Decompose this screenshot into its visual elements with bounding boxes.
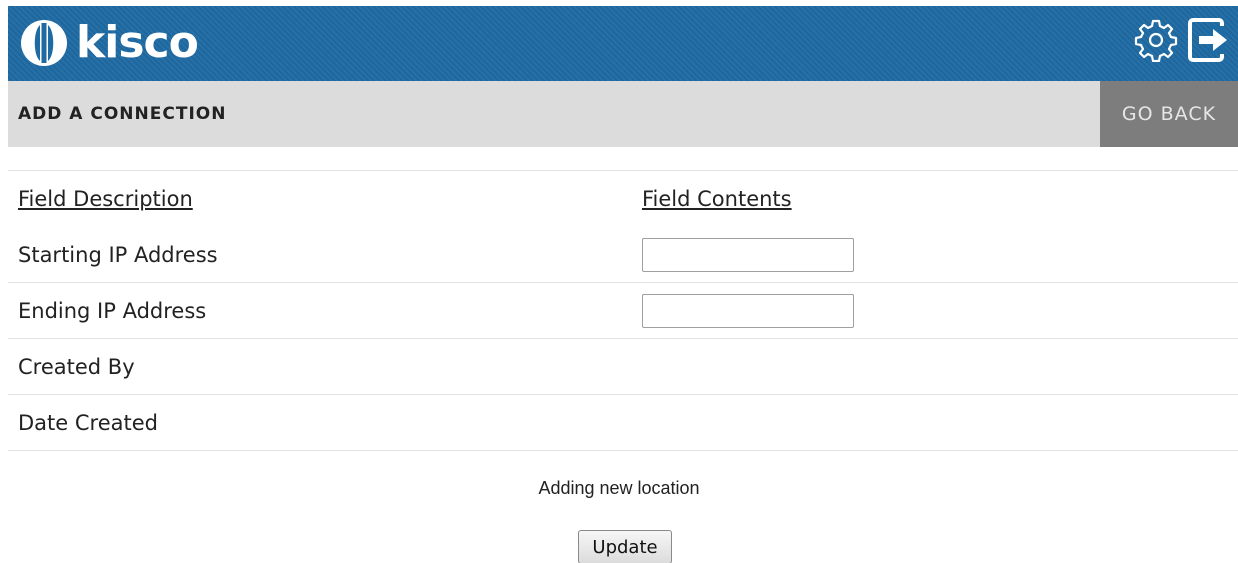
table-row: Created By [8,339,1238,395]
go-back-button[interactable]: GO BACK [1100,81,1238,147]
table-row: Date Created [8,395,1238,451]
logout-button[interactable] [1186,14,1234,66]
starting-ip-input[interactable] [642,237,854,272]
table-row: Ending IP Address [8,283,1238,339]
gear-icon [1134,19,1178,62]
field-label-date-created: Date Created [18,410,158,435]
field-label-starting-ip: Starting IP Address [18,242,218,267]
connection-form-table: Field Description Field Contents Startin… [8,170,1238,451]
table-header-row: Field Description Field Contents [8,171,1238,227]
update-button[interactable]: Update [578,530,672,563]
table-row: Starting IP Address [8,227,1238,283]
page: kisco ADD A CONNECTION GO BACK Field Des… [0,0,1238,563]
kisco-logo[interactable]: kisco [20,17,199,68]
settings-button[interactable] [1132,14,1180,66]
header-actions [1132,14,1234,66]
field-label-created-by: Created By [18,354,135,379]
ending-ip-input[interactable] [642,293,854,328]
app-header: kisco [8,6,1238,81]
page-title: ADD A CONNECTION [18,104,227,124]
title-bar: ADD A CONNECTION GO BACK [8,81,1238,147]
field-contents [642,237,854,272]
kisco-logo-icon [21,20,67,66]
field-label-ending-ip: Ending IP Address [18,298,207,323]
logo-text: kisco [76,17,199,68]
logout-icon [1188,18,1227,62]
status-message: Adding new location [538,478,700,498]
column-header-contents: Field Contents [642,187,792,211]
field-contents [642,293,854,328]
column-header-description: Field Description [18,187,193,211]
